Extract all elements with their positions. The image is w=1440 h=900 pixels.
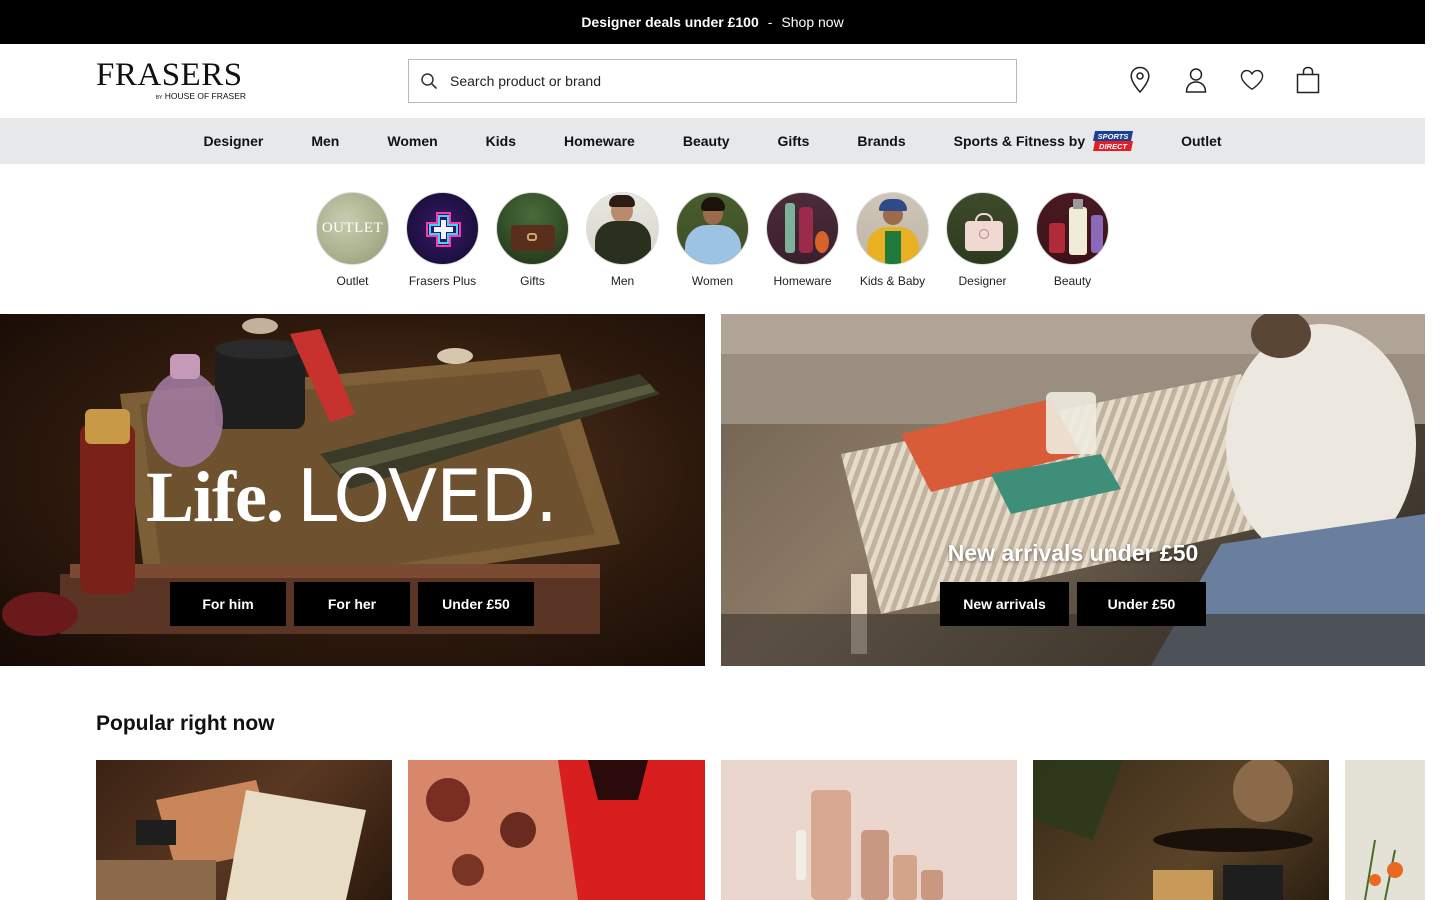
- main-nav: Designer Men Women Kids Homeware Beauty …: [0, 118, 1425, 164]
- popular-card-image: [721, 760, 1017, 900]
- wishlist-heart-icon[interactable]: [1240, 65, 1264, 95]
- category-men[interactable]: Men: [578, 164, 668, 314]
- nav-sports-fitness-label: Sports & Fitness by: [953, 133, 1086, 149]
- under-50-arrivals-button[interactable]: Under £50: [1077, 582, 1206, 626]
- for-him-button[interactable]: For him: [170, 582, 286, 626]
- header: FRASERS BY HOUSE OF FRASER: [0, 44, 1425, 118]
- category-image-outlet: OUTLET: [316, 192, 389, 265]
- popular-card[interactable]: [408, 760, 705, 900]
- frasers-logo[interactable]: FRASERS BY HOUSE OF FRASER: [96, 58, 248, 104]
- logo-text: FRASERS: [96, 57, 243, 93]
- category-designer[interactable]: Designer: [938, 164, 1028, 314]
- promo-shop-now-link[interactable]: Shop now: [781, 14, 843, 30]
- category-image-women: [676, 192, 749, 265]
- search-input[interactable]: [450, 73, 970, 89]
- new-arrivals-button[interactable]: New arrivals: [940, 582, 1069, 626]
- hero-banner-new-arrivals[interactable]: New arrivals under £50 New arrivals Unde…: [721, 314, 1425, 666]
- popular-card-image: [1364, 839, 1403, 900]
- popular-section-title: Popular right now: [96, 712, 275, 735]
- hero-right-title: New arrivals under £50: [947, 540, 1199, 566]
- nav-beauty[interactable]: Beauty: [683, 133, 730, 149]
- hero-right-buttons: New arrivals Under £50: [940, 582, 1206, 626]
- category-image-gifts: [496, 192, 569, 265]
- for-her-button[interactable]: For her: [294, 582, 410, 626]
- category-label: Men: [610, 274, 635, 288]
- nav-outlet[interactable]: Outlet: [1181, 133, 1221, 149]
- category-outlet[interactable]: OUTLET Outlet: [308, 164, 398, 314]
- promo-separator: -: [767, 14, 773, 30]
- popular-card[interactable]: [721, 760, 1017, 900]
- nav-homeware[interactable]: Homeware: [564, 133, 635, 149]
- under-50-gifts-button[interactable]: Under £50: [418, 582, 534, 626]
- category-women[interactable]: Women: [668, 164, 758, 314]
- search-icon: [421, 73, 438, 90]
- account-icon[interactable]: [1184, 65, 1208, 95]
- category-label: Designer: [958, 274, 1007, 288]
- category-label: Frasers Plus: [408, 274, 477, 288]
- popular-card-image: [408, 760, 705, 900]
- nav-sports-fitness[interactable]: Sports & Fitness by SPORTS DIRECT: [953, 131, 1134, 151]
- popular-card[interactable]: [96, 760, 392, 900]
- category-image-frasers-plus: [406, 192, 479, 265]
- popular-card[interactable]: [1033, 760, 1329, 900]
- category-label: Women: [691, 274, 734, 288]
- nav-kids[interactable]: Kids: [486, 133, 516, 149]
- category-image-men: [586, 192, 659, 265]
- category-label: Homeware: [773, 274, 832, 288]
- sports-direct-logo: SPORTS DIRECT: [1093, 131, 1134, 151]
- category-beauty[interactable]: Beauty: [1028, 164, 1118, 314]
- popular-card[interactable]: [1345, 760, 1425, 900]
- category-kids-baby[interactable]: Kids & Baby: [848, 164, 938, 314]
- category-label: Outlet: [336, 274, 369, 288]
- category-image-homeware: [766, 192, 839, 265]
- category-image-beauty: [1036, 192, 1109, 265]
- popular-card-image: [96, 780, 366, 900]
- category-frasers-plus[interactable]: Frasers Plus: [398, 164, 488, 314]
- hero-left-title: Life. LOVED.: [146, 454, 558, 538]
- header-icons: [1128, 65, 1320, 95]
- hero-banner-gifts[interactable]: Life. LOVED. For him For her Under £50: [0, 314, 705, 666]
- nav-men[interactable]: Men: [311, 133, 339, 149]
- category-circles: OUTLET Outlet Frasers Plus Gifts Men Wom…: [0, 164, 1425, 314]
- svg-text:DIRECT: DIRECT: [1099, 142, 1128, 151]
- nav-gifts[interactable]: Gifts: [778, 133, 810, 149]
- logo-subtitle: BY HOUSE OF FRASER: [155, 91, 246, 101]
- category-image-designer: [946, 192, 1019, 265]
- svg-text:SPORTS: SPORTS: [1098, 132, 1129, 141]
- category-label: Beauty: [1053, 274, 1092, 288]
- hero-left-buttons: For him For her Under £50: [170, 582, 534, 626]
- popular-card-image: [1033, 760, 1313, 900]
- location-pin-icon[interactable]: [1128, 65, 1152, 95]
- category-label: Kids & Baby: [859, 274, 926, 288]
- category-image-kids-baby: [856, 192, 929, 265]
- category-gifts[interactable]: Gifts: [488, 164, 578, 314]
- nav-designer[interactable]: Designer: [203, 133, 263, 149]
- promo-bar[interactable]: Designer deals under £100 - Shop now: [0, 0, 1425, 44]
- shopping-bag-icon[interactable]: [1296, 65, 1320, 95]
- category-homeware[interactable]: Homeware: [758, 164, 848, 314]
- nav-brands[interactable]: Brands: [857, 133, 905, 149]
- search-bar[interactable]: [408, 59, 1017, 103]
- category-label: Gifts: [520, 274, 545, 288]
- promo-text: Designer deals under £100: [581, 14, 759, 30]
- nav-women[interactable]: Women: [387, 133, 437, 149]
